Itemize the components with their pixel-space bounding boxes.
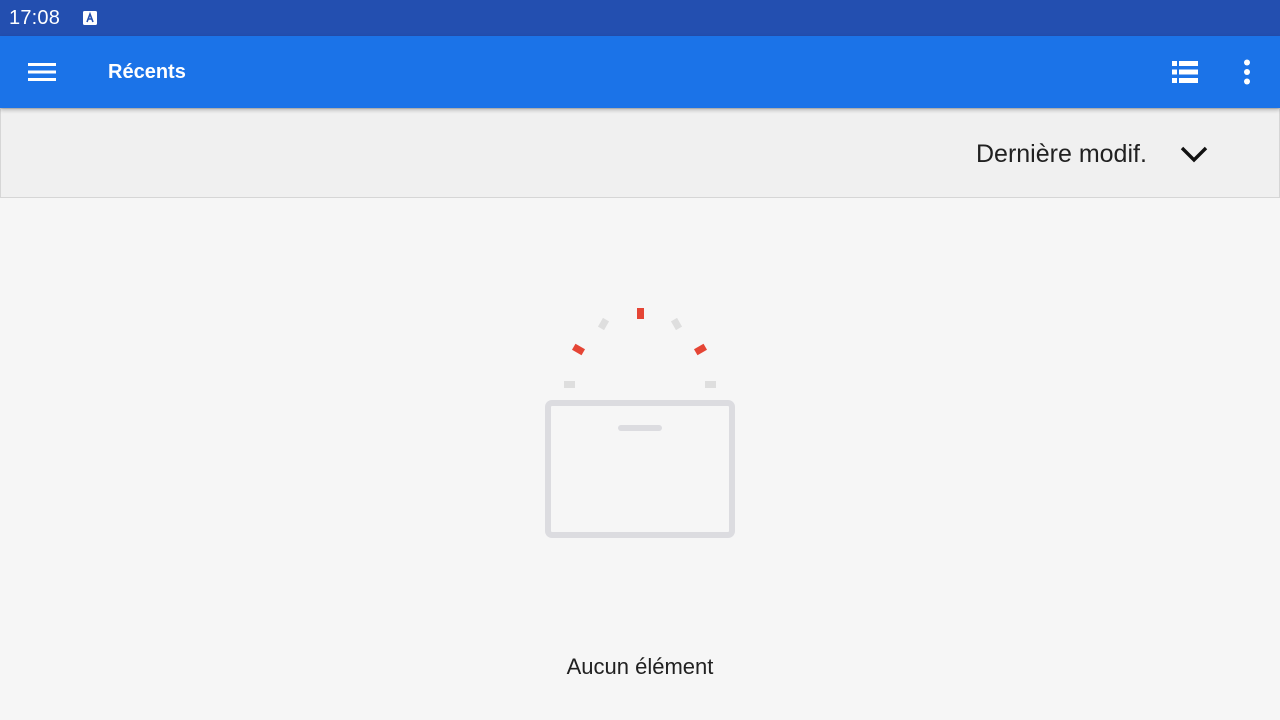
chevron-down-icon (1180, 146, 1208, 163)
status-bar: 17:08 (0, 0, 1280, 36)
page-title: Récents (108, 61, 186, 83)
empty-state-message: Aucun élément (566, 654, 714, 679)
menu-button[interactable] (18, 48, 66, 96)
sort-label: Dernière modif. (976, 140, 1147, 168)
hamburger-menu-icon (28, 63, 56, 81)
more-vert-icon (1244, 59, 1250, 85)
sort-dropdown[interactable]: Dernière modif. (949, 109, 1279, 197)
list-view-icon (1172, 61, 1198, 83)
view-toggle-button[interactable] (1161, 48, 1209, 96)
keyboard-a-icon (83, 11, 97, 25)
empty-box-icon (545, 308, 735, 538)
more-options-button[interactable] (1223, 48, 1271, 96)
app-bar: Récents (0, 36, 1280, 108)
sort-bar: Dernière modif. (0, 108, 1280, 198)
status-time: 17:08 (9, 7, 61, 29)
